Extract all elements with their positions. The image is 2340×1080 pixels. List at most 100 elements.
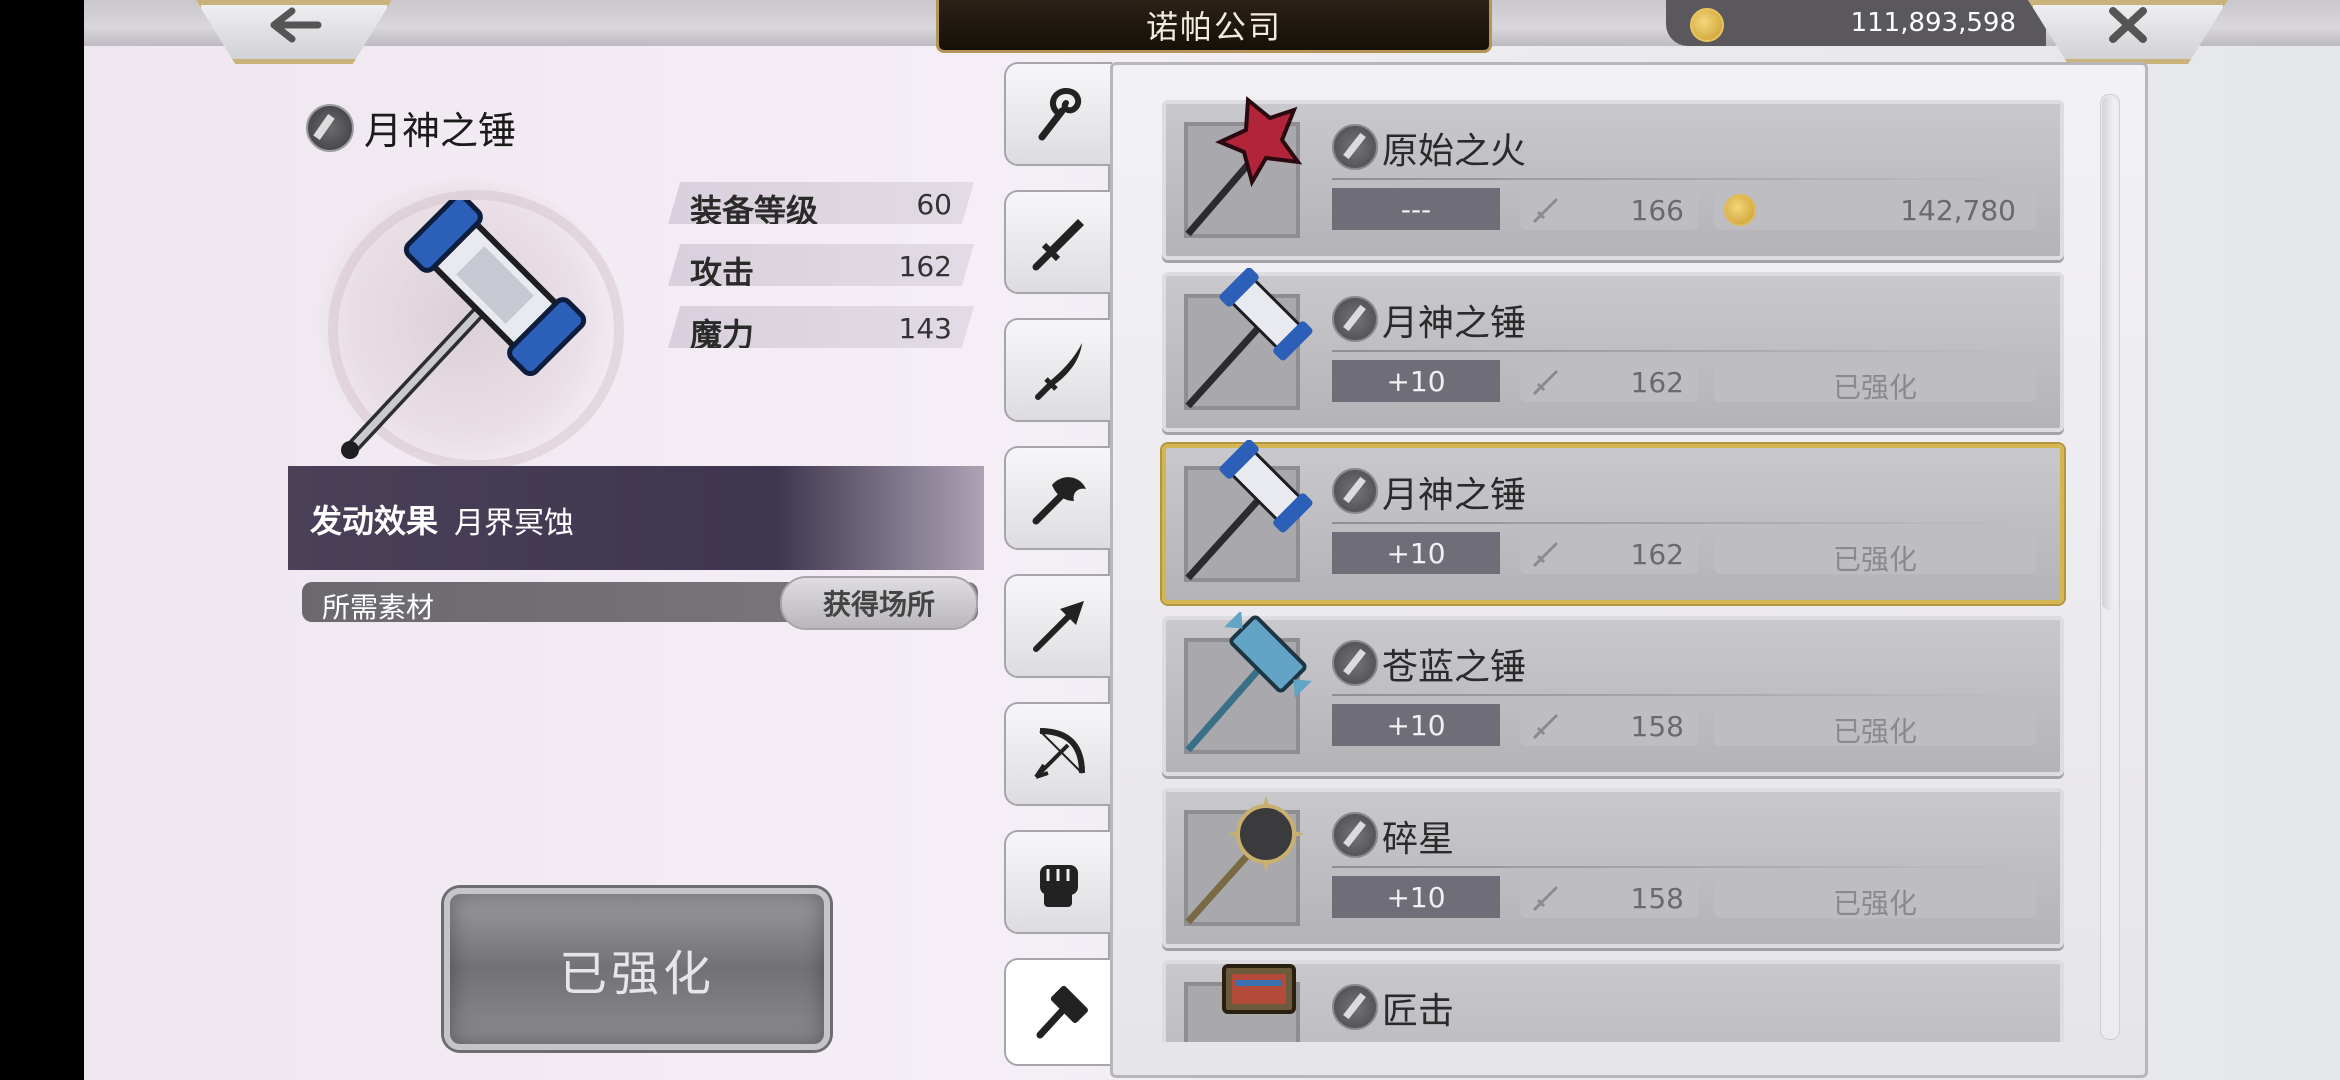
list-clip: 匠击 xyxy=(1162,960,2066,1042)
price-cell: 142,780 xyxy=(1714,188,2036,230)
tab-staff[interactable] xyxy=(1004,62,1112,166)
status-cell: 已强化 xyxy=(1714,532,2036,576)
card-divider xyxy=(1332,178,2022,180)
attack-value: 162 xyxy=(1630,366,1684,399)
left-arrow-icon xyxy=(264,5,324,55)
attack-cell: 166 xyxy=(1520,188,1698,230)
enhancement-level-value: +10 xyxy=(1386,880,1446,914)
card-divider xyxy=(1332,866,2022,868)
weapon-list-item[interactable]: 月神之锤 +10 162 已强化 xyxy=(1162,268,2064,432)
weapon-list-item-selected[interactable]: 月神之锤 +10 162 已强化 xyxy=(1162,440,2064,604)
stat-row-magic: 魔力 143 xyxy=(668,306,974,348)
hammer-type-icon xyxy=(306,104,354,152)
weapon-item-name: 苍蓝之锤 xyxy=(1382,647,1527,688)
attack-value: 162 xyxy=(1630,538,1684,571)
hammer-type-icon xyxy=(1332,468,1378,514)
enhancement-level: +10 xyxy=(1332,532,1500,574)
tab-bow[interactable] xyxy=(1004,702,1112,806)
attack-cell: 158 xyxy=(1520,704,1698,746)
obtain-location-button[interactable]: 获得场所 xyxy=(780,576,978,630)
weapon-item-name: 碎星 xyxy=(1382,819,1455,860)
star-breaker-image xyxy=(1185,796,1304,925)
attack-value: 158 xyxy=(1630,882,1684,915)
weapon-list-item[interactable]: 碎星 +10 158 已强化 xyxy=(1162,788,2064,948)
enhancement-level-value: --- xyxy=(1400,192,1432,226)
attack-value: 166 xyxy=(1630,194,1684,227)
weapon-list-item[interactable]: 原始之火 --- 166 142,780 xyxy=(1162,96,2064,260)
sword-small-icon xyxy=(1532,370,1558,396)
enhancement-level-value: +10 xyxy=(1386,536,1446,570)
card-divider xyxy=(1332,694,2022,696)
spear-icon xyxy=(1033,601,1084,652)
currency-display: 111,893,598 xyxy=(1666,0,2046,46)
attack-value: 158 xyxy=(1630,710,1684,743)
moon-hammer-image xyxy=(1185,440,1313,581)
stat-row-attack: 攻击 162 xyxy=(668,244,974,286)
hammer-icon xyxy=(1036,985,1088,1039)
katana-icon xyxy=(1035,343,1082,400)
craftsman-hammer-image xyxy=(1222,964,1296,1014)
effect-label: 发动效果 xyxy=(310,502,439,540)
gold-coin-icon xyxy=(1690,8,1724,42)
card-divider xyxy=(1332,522,2022,524)
obtain-location-label: 获得场所 xyxy=(822,588,935,621)
tab-hammer[interactable] xyxy=(1004,958,1112,1066)
card-divider xyxy=(1332,350,2022,352)
effect-value: 月界冥蚀 xyxy=(454,506,574,541)
stat-row-level: 装备等级 60 xyxy=(668,182,974,224)
hammer-type-icon xyxy=(1332,984,1378,1030)
stat-value: 143 xyxy=(898,312,952,345)
enhanced-status: 已强化 xyxy=(1832,371,1917,404)
azure-hammer-image xyxy=(1185,612,1312,753)
enhanced-status-label: 已强化 xyxy=(558,946,715,1002)
stat-value: 60 xyxy=(916,188,952,221)
moon-hammer-image xyxy=(1185,268,1313,409)
attack-cell: 158 xyxy=(1520,876,1698,918)
enhanced-status: 已强化 xyxy=(1832,887,1917,920)
weapon-item-name: 匠击 xyxy=(1382,991,1455,1032)
sword-small-icon xyxy=(1532,542,1558,568)
attack-cell: 162 xyxy=(1520,532,1698,574)
price-value: 142,780 xyxy=(1900,194,2016,227)
axe-icon xyxy=(1032,477,1086,525)
status-cell: 已强化 xyxy=(1714,704,2036,748)
weapon-item-name: 月神之锤 xyxy=(1382,303,1527,344)
enhancement-level-value: +10 xyxy=(1386,364,1446,398)
enhancement-level: +10 xyxy=(1332,704,1500,746)
tab-spear[interactable] xyxy=(1004,574,1112,678)
sword-small-icon xyxy=(1532,198,1558,224)
game-screen: 诺帕公司 111,893,598 月神之锤 装备等级 60 攻击 162 魔力 xyxy=(0,0,2340,1080)
currency-amount: 111,893,598 xyxy=(1850,8,2016,38)
weapon-list-item[interactable]: 苍蓝之锤 +10 158 已强化 xyxy=(1162,612,2064,776)
staff-icon xyxy=(1038,87,1082,141)
letterbox-left xyxy=(0,0,84,1080)
fist-icon xyxy=(1040,865,1078,907)
bow-icon xyxy=(1034,728,1085,779)
tab-fist[interactable] xyxy=(1004,830,1112,934)
enhanced-status: 已强化 xyxy=(1832,715,1917,748)
status-cell: 已强化 xyxy=(1714,876,2036,920)
status-cell: 已强化 xyxy=(1714,360,2036,404)
weapon-item-name: 原始之火 xyxy=(1382,131,1527,172)
activation-effect-bar: 发动效果 月界冥蚀 xyxy=(288,466,984,570)
hammer-type-icon xyxy=(1332,124,1378,170)
enhanced-status-button[interactable]: 已强化 xyxy=(444,888,830,1050)
attack-cell: 162 xyxy=(1520,360,1698,402)
shop-title-plate: 诺帕公司 xyxy=(936,0,1492,53)
page-title: 诺帕公司 xyxy=(1145,8,1282,46)
weapon-list-item[interactable]: 匠击 xyxy=(1162,960,2064,1042)
sword-small-icon xyxy=(1532,714,1558,740)
weapon-image xyxy=(341,200,587,459)
enhancement-level: +10 xyxy=(1332,876,1500,918)
enhancement-level-value: +10 xyxy=(1386,708,1446,742)
fire-hammer-image xyxy=(1185,96,1303,237)
enhancement-level: --- xyxy=(1332,188,1500,230)
hammer-type-icon xyxy=(1332,296,1378,342)
tab-sword[interactable] xyxy=(1004,190,1112,294)
hammer-type-icon xyxy=(1332,640,1378,686)
gold-coin-icon xyxy=(1724,194,1756,226)
scrollbar-thumb[interactable] xyxy=(2102,96,2116,610)
tab-axe[interactable] xyxy=(1004,446,1112,550)
tab-katana[interactable] xyxy=(1004,318,1112,422)
close-icon xyxy=(2105,5,2151,55)
